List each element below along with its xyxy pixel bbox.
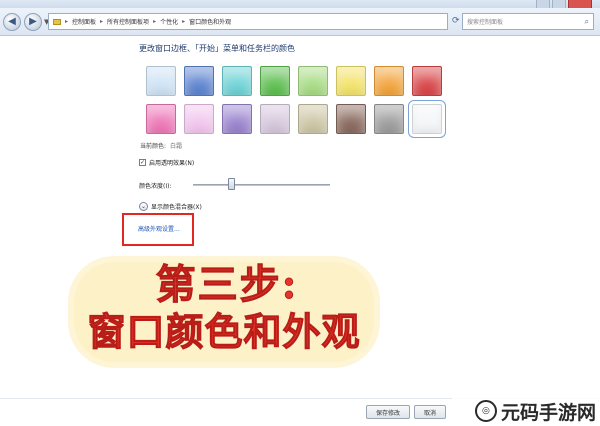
breadcrumb-separator: ▸ [182,18,186,25]
breadcrumb-window-color[interactable]: 窗口颜色和外观 [189,17,231,26]
current-color-label: 当前颜色: [140,143,167,150]
color-swatch[interactable] [374,104,404,134]
color-swatch[interactable] [260,66,290,96]
color-swatch[interactable] [336,66,366,96]
color-swatch[interactable] [184,104,214,134]
navigation-bar: ◀ ▶ ▼ ▸ 控制面板 ▸ 所有控制面板项 ▸ 个性化 ▸ 窗口颜色和外观 ⟳… [0,8,600,36]
search-icon: ⌕ [584,16,589,26]
search-placeholder: 搜索控制面板 [467,19,504,26]
color-mixer-toggle[interactable]: ⌄ 显示颜色混合器(X) [139,202,202,211]
current-color-value: 白霜 [170,143,183,150]
expand-chevron-icon[interactable]: ⌄ [139,202,148,211]
color-swatch[interactable] [222,66,252,96]
color-swatch[interactable] [222,104,252,134]
breadcrumb-separator: ▸ [100,18,104,25]
breadcrumb-separator: ▸ [65,18,69,25]
color-swatch[interactable] [408,100,446,138]
breadcrumb-personalization[interactable]: 个性化 [160,17,178,26]
search-input[interactable]: 搜索控制面板 ⌕ [462,13,594,30]
transparency-option[interactable]: ✓ 启用透明效果(N) [139,158,194,167]
color-swatch[interactable] [260,104,290,134]
page-heading: 更改窗口边框、「开始」菜单和任务栏的颜色 [139,44,295,53]
address-bar[interactable]: ▸ 控制面板 ▸ 所有控制面板项 ▸ 个性化 ▸ 窗口颜色和外观 [48,13,448,30]
current-color: 当前颜色: 白霜 [140,141,182,150]
banner-step-title: 第三步: [155,261,299,308]
color-swatch[interactable] [336,104,366,134]
banner-step-description: 窗口颜色和外观 [87,309,361,355]
transparency-label: 启用透明效果(N) [149,160,195,167]
transparency-checkbox[interactable]: ✓ [139,159,146,166]
color-mixer-label: 显示颜色混合器(X) [151,204,202,211]
breadcrumb-separator: ▸ [153,18,157,25]
intensity-slider-track[interactable] [193,184,330,186]
color-swatch[interactable] [298,66,328,96]
color-swatch[interactable] [146,66,176,96]
breadcrumb-control-panel[interactable]: 控制面板 [72,17,96,26]
breadcrumb-all-items[interactable]: 所有控制面板项 [107,17,149,26]
intensity-label: 颜色浓度(I): [139,183,172,190]
highlight-annotation-box [122,213,194,246]
site-watermark: ◎ 元码手游网 [452,396,600,426]
back-button[interactable]: ◀ [3,12,21,31]
color-swatch[interactable] [146,104,176,134]
color-swatch[interactable] [412,66,442,96]
color-swatch[interactable] [374,66,404,96]
back-arrow-icon: ◀ [8,15,16,27]
color-swatch[interactable] [298,104,328,134]
forward-arrow-icon: ▶ [29,15,37,27]
window-titlebar [0,0,600,8]
cancel-button[interactable]: 取消 [414,405,446,419]
save-changes-button[interactable]: 保存修改 [366,405,410,419]
forward-button[interactable]: ▶ [24,12,42,31]
intensity-slider-thumb[interactable] [228,178,236,190]
watermark-logo-icon: ◎ [474,400,497,422]
color-swatch[interactable] [184,66,214,96]
refresh-icon[interactable]: ⟳ [452,16,460,26]
watermark-text: 元码手游网 [500,401,596,424]
folder-icon [53,18,61,25]
